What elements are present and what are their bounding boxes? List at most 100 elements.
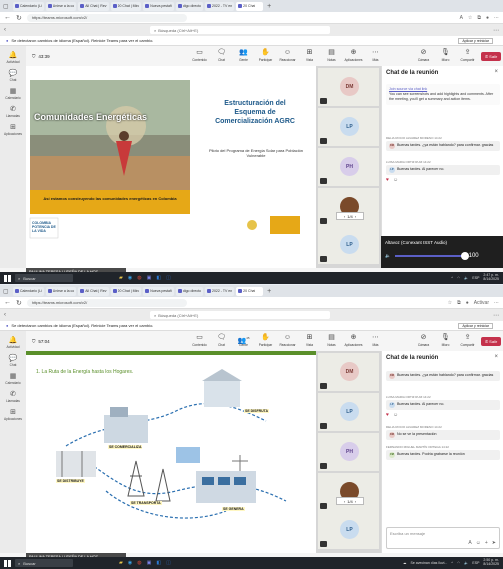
back-icon[interactable]: ← [4,14,11,21]
people-button[interactable]: 👥 Gente [234,48,253,62]
url-field[interactable]: https://teams.microsoft.com/v2/ [26,13,187,22]
add-reaction-icon[interactable]: ☺ [393,177,398,183]
format-icon[interactable]: A [468,540,471,546]
participants-pager[interactable]: ‹ 1/4 › [336,497,364,505]
word-icon[interactable]: ◫ [166,560,171,566]
people-button[interactable]: 👥45 Gente [234,333,253,347]
tab-actions-icon[interactable]: ▢ [3,3,11,10]
rail-item-calendar[interactable]: ▦ Calendario [0,372,26,385]
heart-reaction-icon[interactable]: ♥ [386,177,389,183]
add-reaction-icon[interactable]: ☺ [393,412,398,418]
apps-button[interactable]: ⊕ Aplicaciones [344,48,363,62]
teams-back-icon[interactable]: ‹ [4,27,6,33]
browser-tab[interactable]: 20 Chat | Mirc [110,1,142,11]
participant-tile[interactable]: PH [318,433,379,471]
participant-tile[interactable]: LP [318,226,379,264]
extensions-icon[interactable]: ⧉ [457,300,461,306]
share-button[interactable]: ⇪ Compartir [458,333,477,347]
notes-button[interactable]: ▤ Notas [322,48,341,62]
back-icon[interactable]: ← [4,299,11,306]
speaker-icon[interactable]: 🔈 [385,253,391,259]
rail-item-calls[interactable]: ✆ Llamadas [0,105,26,118]
teams-search-input[interactable]: ⌕ Búsqueda (Ctrl+Alt+E) [150,311,330,319]
file-explorer-icon[interactable]: ▰ [119,275,123,281]
browser-tab-active[interactable]: 20 Chat [236,286,264,296]
rail-item-calendar[interactable]: ▦ Calendario [0,87,26,100]
more-icon[interactable]: ⋯ [494,300,499,306]
profile-icon[interactable]: ● [466,300,469,306]
url-field[interactable]: https://teams.microsoft.com/v2/ [26,298,187,307]
teams-icon[interactable]: ▣ [147,560,152,566]
chrome-icon[interactable]: ◍ [137,275,141,281]
teams-back-icon[interactable]: ‹ [4,312,6,318]
chrome-icon[interactable]: ◍ [137,560,141,566]
chevron-right-icon[interactable]: › [355,214,356,219]
participant-tile[interactable]: DM [318,353,379,391]
participant-tile[interactable]: DM [318,68,379,106]
participant-tile[interactable] [318,188,379,226]
attach-icon[interactable]: + [485,540,488,546]
rail-item-calls[interactable]: ✆ Llamadas [0,390,26,403]
camera-button[interactable]: ⊘ Cámara [414,48,433,62]
content-button[interactable]: ▭ Contenido [190,333,209,347]
new-tab-icon[interactable]: + [267,288,271,295]
participant-tile[interactable]: PH [318,148,379,186]
read-aloud-icon[interactable]: A [460,15,463,21]
browser-tab[interactable]: 20 Chat | Mirc [110,286,142,296]
windows-start-icon[interactable] [4,559,11,567]
settings-more-icon[interactable]: ⋯ [493,27,499,34]
edge-icon[interactable]: ◉ [128,275,132,281]
new-tab-icon[interactable]: + [267,3,271,10]
tab-actions-icon[interactable]: ▢ [3,288,11,295]
rail-item-apps[interactable]: ⊞ Aplicaciones [0,123,26,136]
file-explorer-icon[interactable]: ▰ [119,560,123,566]
outlook-icon[interactable]: ◧ [156,560,161,566]
browser-tab[interactable]: Calendario (Li [13,286,44,296]
browser-tab[interactable]: All Chat | Rev [78,1,109,11]
browser-tab[interactable]: Nueva pestañ [143,1,174,11]
participant-tile[interactable] [318,473,379,511]
rail-item-chat[interactable]: 💬 Chat [0,69,26,82]
chevron-right-icon[interactable]: › [355,499,356,504]
browser-tab[interactable]: Unirse a la co [45,1,77,11]
mic-button[interactable]: 🎙 Micro [436,48,455,62]
notes-button[interactable]: ▤ Notas [322,333,341,347]
chat-compose-input[interactable]: Escriba un mensaje A ☺ + ➤ [386,527,500,549]
browser-tab[interactable]: Nueva pestañ [143,286,174,296]
rail-item-chat[interactable]: 💬 Chat [0,354,26,367]
mic-button[interactable]: 🎙 Micro [436,333,455,347]
react-button[interactable]: ☺ Reaccionar [278,48,297,62]
windows-start-icon[interactable] [4,274,11,282]
wifi-icon[interactable]: ◠ [457,276,460,280]
word-icon[interactable]: ◫ [166,275,171,281]
wifi-icon[interactable]: ◠ [457,561,460,565]
participant-tile[interactable]: LP [318,108,379,146]
chat-button[interactable]: 🗨 Chat [212,333,231,347]
favorite-star-icon[interactable]: ☆ [468,15,472,21]
participant-tile[interactable]: LP [318,511,379,549]
reload-icon[interactable]: ↻ [16,14,22,22]
weather-icon[interactable]: ☁ [403,561,407,565]
view-button[interactable]: ⊞ Vista [300,48,319,62]
react-button[interactable]: ☺ Reaccionar [278,333,297,347]
more-button[interactable]: ⋯ Más [366,48,385,62]
participants-pager[interactable]: ‹ 1/4 › [336,212,364,220]
heart-reaction-icon[interactable]: ♥ [386,412,389,418]
rail-item-activity[interactable]: 🔔 Actividad [0,336,26,349]
chevron-left-icon[interactable]: ‹ [344,214,345,219]
participant-tile[interactable]: LP [318,393,379,431]
apps-button[interactable]: ⊕ Aplicaciones [344,333,363,347]
clock[interactable]: 2:50 p. m. 8/14/2025 [483,558,499,567]
apply-restart-button[interactable]: Aplicar y reiniciar [458,322,493,329]
browser-tab[interactable]: digo directo [175,286,203,296]
edge-icon[interactable]: ◉ [128,560,132,566]
teams-search-input[interactable]: ⌕ Búsqueda (Ctrl+Alt+E) [150,26,330,34]
raise-hand-button[interactable]: ✋ Participar [256,48,275,62]
more-icon[interactable]: ⋯ [494,15,499,21]
raise-hand-button[interactable]: ✋ Participar [256,333,275,347]
rail-item-activity[interactable]: 🔔 Actividad [0,51,26,64]
chevron-left-icon[interactable]: ‹ [344,499,345,504]
emoji-icon[interactable]: ☺ [476,540,481,546]
browser-tab[interactable]: All Chat | Rev [78,286,109,296]
close-icon[interactable]: × [494,354,498,360]
